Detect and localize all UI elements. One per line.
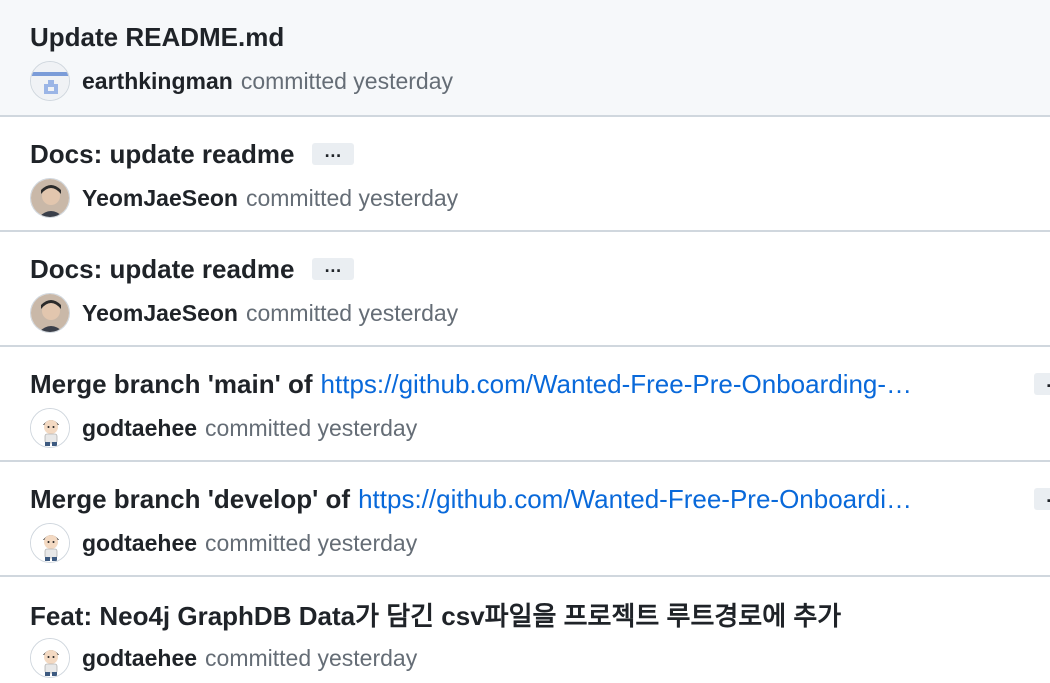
- expand-message-button[interactable]: …: [312, 142, 355, 165]
- expand-message-button[interactable]: …: [1034, 372, 1050, 395]
- commit-meta: godtaehee committed yesterday: [30, 522, 417, 564]
- commit-title-line: Update README.md: [30, 20, 1050, 54]
- earthkingman-avatar[interactable]: [30, 61, 70, 101]
- commit-row: Docs: update readme … YeomJaeSeon commit…: [0, 117, 1050, 232]
- commit-meta: YeomJaeSeon committed yesterday: [30, 292, 458, 334]
- commit-title-link[interactable]: Update README.md: [30, 22, 284, 53]
- commit-row: Update README.md earthkingman committed …: [0, 0, 1050, 117]
- godtaehee-avatar[interactable]: [30, 523, 70, 563]
- expand-message-button[interactable]: …: [312, 257, 355, 280]
- commit-title-link[interactable]: Docs: update readme: [30, 139, 294, 170]
- commit-author-link[interactable]: godtaehee: [82, 645, 197, 672]
- commit-time: committed yesterday: [205, 644, 418, 671]
- commit-title-link[interactable]: Docs: update readme: [30, 254, 294, 285]
- commit-time: committed yesterday: [205, 529, 418, 556]
- commit-row: Feat: Neo4j GraphDB Data가 담긴 csv파일을 프로젝트…: [0, 577, 1050, 683]
- commit-row: Merge branch 'main' of https://github.co…: [0, 347, 1050, 462]
- commit-meta: YeomJaeSeon committed yesterday: [30, 177, 458, 219]
- commit-title-link[interactable]: Merge branch 'develop' of: [30, 484, 350, 515]
- commit-author-link[interactable]: earthkingman: [82, 68, 233, 95]
- commit-author-link[interactable]: godtaehee: [82, 415, 197, 442]
- godtaehee-avatar[interactable]: [30, 408, 70, 448]
- commit-author-link[interactable]: YeomJaeSeon: [82, 185, 238, 212]
- commit-title-link[interactable]: Feat: Neo4j GraphDB Data가 담긴 csv파일을 프로젝트…: [30, 596, 841, 633]
- commit-meta: godtaehee committed yesterday: [30, 407, 417, 449]
- commit-title-line: Feat: Neo4j GraphDB Data가 담긴 csv파일을 프로젝트…: [30, 597, 1050, 631]
- yeomjaeseon-avatar[interactable]: [30, 178, 70, 218]
- yeomjaeseon-avatar[interactable]: [30, 293, 70, 333]
- godtaehee-avatar[interactable]: [30, 638, 70, 678]
- commit-row: Merge branch 'develop' of https://github…: [0, 462, 1050, 577]
- commit-title-line: Merge branch 'develop' of https://github…: [30, 482, 1050, 516]
- commit-meta: godtaehee committed yesterday: [30, 637, 417, 679]
- commit-title-link[interactable]: Merge branch 'main' of: [30, 369, 313, 400]
- expand-message-button[interactable]: …: [1034, 487, 1050, 510]
- commit-url-link[interactable]: https://github.com/Wanted-Free-Pre-Onboa…: [358, 484, 912, 515]
- commit-title-line: Merge branch 'main' of https://github.co…: [30, 367, 1050, 401]
- commit-title-line: Docs: update readme …: [30, 137, 1050, 171]
- commit-list: Update README.md earthkingman committed …: [0, 0, 1050, 683]
- commit-row: Docs: update readme … YeomJaeSeon commit…: [0, 232, 1050, 347]
- commit-time: committed yesterday: [240, 67, 454, 94]
- commit-time: committed yesterday: [245, 299, 459, 326]
- commit-author-link[interactable]: godtaehee: [82, 530, 197, 557]
- commit-time: committed yesterday: [205, 414, 418, 441]
- commit-title-line: Docs: update readme …: [30, 252, 1050, 286]
- commit-url-link[interactable]: https://github.com/Wanted-Free-Pre-Onboa…: [321, 369, 913, 400]
- commit-meta: earthkingman committed yesterday: [30, 60, 453, 102]
- commit-author-link[interactable]: YeomJaeSeon: [82, 300, 238, 327]
- commit-time: committed yesterday: [245, 184, 459, 211]
